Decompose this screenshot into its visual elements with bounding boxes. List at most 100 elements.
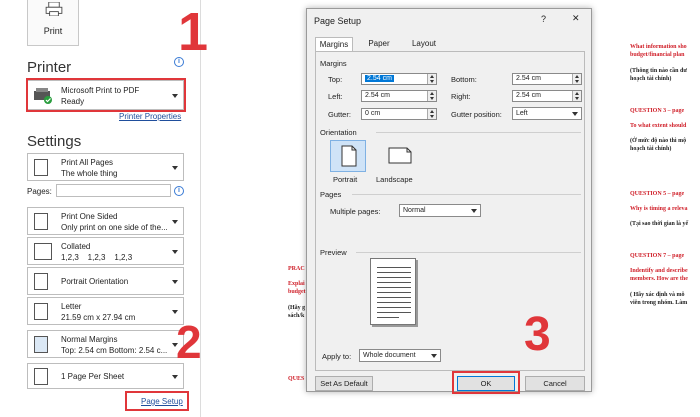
top-margin-value: 2.54 cm: [365, 75, 394, 82]
setting-line1: Normal Margins: [61, 335, 118, 344]
portrait-icon: [34, 273, 48, 290]
paper-size-dropdown[interactable]: Letter 21.59 cm x 27.94 cm: [27, 297, 184, 325]
settings-heading: Settings: [27, 133, 82, 150]
step-number-1: 1: [178, 2, 209, 62]
setting-line1: Letter: [61, 302, 82, 311]
doc-line: (Thông tin nào cần đư: [630, 68, 687, 74]
step-number-3: 3: [524, 308, 551, 361]
letter-icon: [34, 303, 48, 320]
portrait-label: Portrait: [333, 175, 358, 184]
margins-group-label: Margins: [320, 59, 347, 68]
multiple-pages-label: Multiple pages:: [330, 207, 381, 216]
chevron-down-icon: [431, 354, 437, 358]
doc-line: PRAC: [288, 266, 305, 272]
cancel-button[interactable]: Cancel: [525, 376, 585, 391]
print-button-label: Print: [43, 26, 63, 36]
bottom-margin-value: 2.54 cm: [516, 75, 541, 82]
divider: [376, 132, 581, 133]
right-margin-value: 2.54 cm: [516, 92, 541, 99]
close-icon[interactable]: ✕: [572, 13, 580, 24]
orientation-dropdown[interactable]: Portrait Orientation: [27, 267, 184, 295]
setting-line1: Portrait Orientation: [61, 277, 129, 286]
tab-layout[interactable]: Layout: [405, 37, 443, 52]
highlight-printer-box: [26, 78, 186, 112]
doc-line: sách/k: [288, 313, 305, 319]
print-button[interactable]: Print: [27, 0, 79, 46]
collated-icon: [34, 243, 52, 260]
highlight-ok-box: [452, 371, 520, 394]
collation-dropdown[interactable]: Collated 1,2,3 1,2,3 1,2,3: [27, 237, 184, 265]
gutter-position-value: Left: [516, 110, 528, 117]
page-preview: [370, 258, 416, 325]
doc-line: (Hãy g: [288, 305, 306, 311]
chevron-down-icon: [172, 375, 178, 379]
highlight-page-setup-box: [125, 391, 189, 411]
setting-line2: Top: 2.54 cm Bottom: 2.54 c...: [61, 346, 168, 355]
sides-dropdown[interactable]: Print One Sided Only print on one side o…: [27, 207, 184, 235]
doc-line: hoạch tài chính): [630, 146, 672, 152]
chevron-down-icon: [172, 280, 178, 284]
print-backstage-pane: Print Printer i Microsoft Print to PDF R…: [0, 0, 200, 417]
doc-line: budget/financial plan: [630, 52, 685, 58]
bottom-margin-input[interactable]: 2.54 cm: [512, 73, 582, 85]
doc-line: budget: [288, 289, 306, 295]
setting-line1: 1 Page Per Sheet: [61, 372, 125, 381]
dialog-title: Page Setup: [314, 16, 362, 26]
printer-properties-link[interactable]: Printer Properties: [119, 112, 181, 121]
print-range-dropdown[interactable]: Print All Pages The whole thing: [27, 153, 184, 181]
printer-heading: Printer: [27, 59, 72, 76]
right-margin-input[interactable]: 2.54 cm: [512, 90, 582, 102]
tab-margins[interactable]: Margins: [315, 37, 353, 52]
pages-per-sheet-dropdown[interactable]: 1 Page Per Sheet: [27, 363, 184, 389]
doc-line: What information sho: [630, 44, 687, 50]
margins-dropdown[interactable]: Normal Margins Top: 2.54 cm Bottom: 2.54…: [27, 330, 184, 358]
portrait-option[interactable]: [330, 140, 366, 172]
top-margin-input[interactable]: 2.54 cm: [361, 73, 437, 85]
printer-icon: [45, 2, 63, 16]
landscape-option[interactable]: [382, 140, 418, 172]
doc-line: QUES: [288, 376, 305, 382]
pages-label: Pages:: [27, 187, 52, 196]
one-sided-icon: [34, 213, 48, 230]
info-icon[interactable]: i: [174, 186, 184, 196]
divider: [356, 252, 581, 253]
left-margin-input[interactable]: 2.54 cm: [361, 90, 437, 102]
gutter-label: Gutter:: [328, 110, 351, 119]
pages-input[interactable]: [56, 184, 171, 197]
apply-to-dropdown[interactable]: Whole document: [359, 349, 441, 362]
gutter-input[interactable]: 0 cm: [361, 108, 437, 120]
portrait-icon: [341, 145, 357, 167]
setting-line2: 1,2,3 1,2,3 1,2,3: [61, 253, 133, 262]
tab-paper[interactable]: Paper: [361, 37, 397, 52]
pages-icon: [34, 159, 48, 176]
margins-icon: [34, 336, 48, 353]
apply-to-value: Whole document: [363, 352, 416, 359]
chevron-down-icon: [172, 166, 178, 170]
setting-line2: 21.59 cm x 27.94 cm: [61, 313, 136, 322]
doc-line: Indentify and describe: [630, 268, 688, 274]
doc-line: To what extent should: [630, 123, 687, 129]
setting-line2: The whole thing: [61, 169, 118, 178]
setting-line2: Only print on one side of the...: [61, 223, 168, 232]
doc-line: QUESTION 3 – page: [630, 108, 685, 114]
multiple-pages-dropdown[interactable]: Normal: [399, 204, 481, 217]
doc-line: Explai: [288, 281, 305, 287]
apply-to-label: Apply to:: [322, 352, 352, 361]
preview-group-label: Preview: [320, 248, 347, 257]
doc-line: viên trong nhóm. Làm: [630, 300, 688, 306]
left-margin-value: 2.54 cm: [365, 92, 390, 99]
setting-line1: Print All Pages: [61, 158, 114, 167]
doc-line: hoạch tài chính): [630, 76, 672, 82]
doc-line: QUESTION 7 – page: [630, 253, 685, 259]
top-label: Top:: [328, 75, 343, 84]
help-icon[interactable]: ?: [541, 14, 546, 24]
doc-line: members. How are the: [630, 276, 688, 282]
chevron-down-icon: [172, 310, 178, 314]
gutter-position-dropdown[interactable]: Left: [512, 107, 582, 120]
set-as-default-button[interactable]: Set As Default: [315, 376, 373, 391]
setting-line1: Print One Sided: [61, 212, 118, 221]
gutter-position-label: Gutter position:: [451, 110, 502, 119]
doc-line: ( Hãy xác định và mô: [630, 292, 685, 298]
pages-group-label: Pages: [320, 190, 342, 199]
chevron-down-icon: [172, 220, 178, 224]
